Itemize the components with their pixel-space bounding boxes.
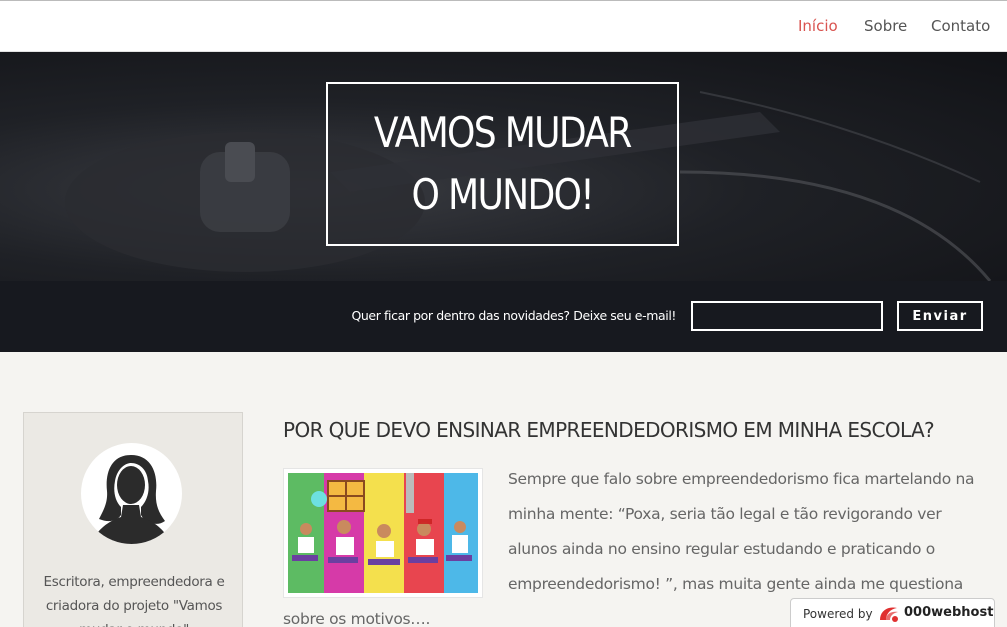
nav-link-contato[interactable]: Contato (931, 17, 990, 35)
powered-by-brand: 000webhost (904, 605, 994, 620)
hero-banner: VAMOS MUDAR O MUNDO! (0, 52, 1007, 281)
nav-link-sobre[interactable]: Sobre (864, 17, 907, 35)
send-button[interactable]: Enviar (897, 301, 983, 331)
webhost-logo-icon (880, 607, 898, 622)
newsletter-bar: Quer ficar por dentro das novidades? Dei… (0, 281, 1007, 352)
powered-by-badge[interactable]: Powered by 000webhost (790, 598, 995, 627)
newsletter-label: Quer ficar por dentro das novidades? Dei… (351, 308, 676, 323)
post-title[interactable]: POR QUE DEVO ENSINAR EMPREENDEDORISMO EM… (283, 418, 935, 442)
avatar (81, 443, 182, 544)
email-input[interactable] (691, 301, 883, 331)
powered-by-label: Powered by (803, 607, 873, 621)
hero-title-line1: VAMOS MUDAR (374, 108, 632, 157)
top-navbar: Início Sobre Contato (0, 0, 1007, 52)
author-bio: Escritora, empreendedora e criadora do p… (43, 574, 225, 627)
hero-title-box: VAMOS MUDAR O MUNDO! (326, 82, 679, 246)
woman-silhouette-icon (91, 455, 171, 544)
hero-title: VAMOS MUDAR O MUNDO! (374, 102, 632, 226)
hero-title-line2: O MUNDO! (411, 170, 595, 219)
nav-link-inicio[interactable]: Início (798, 17, 838, 35)
author-sidebar: Escritora, empreendedora e criadora do p… (23, 412, 243, 627)
